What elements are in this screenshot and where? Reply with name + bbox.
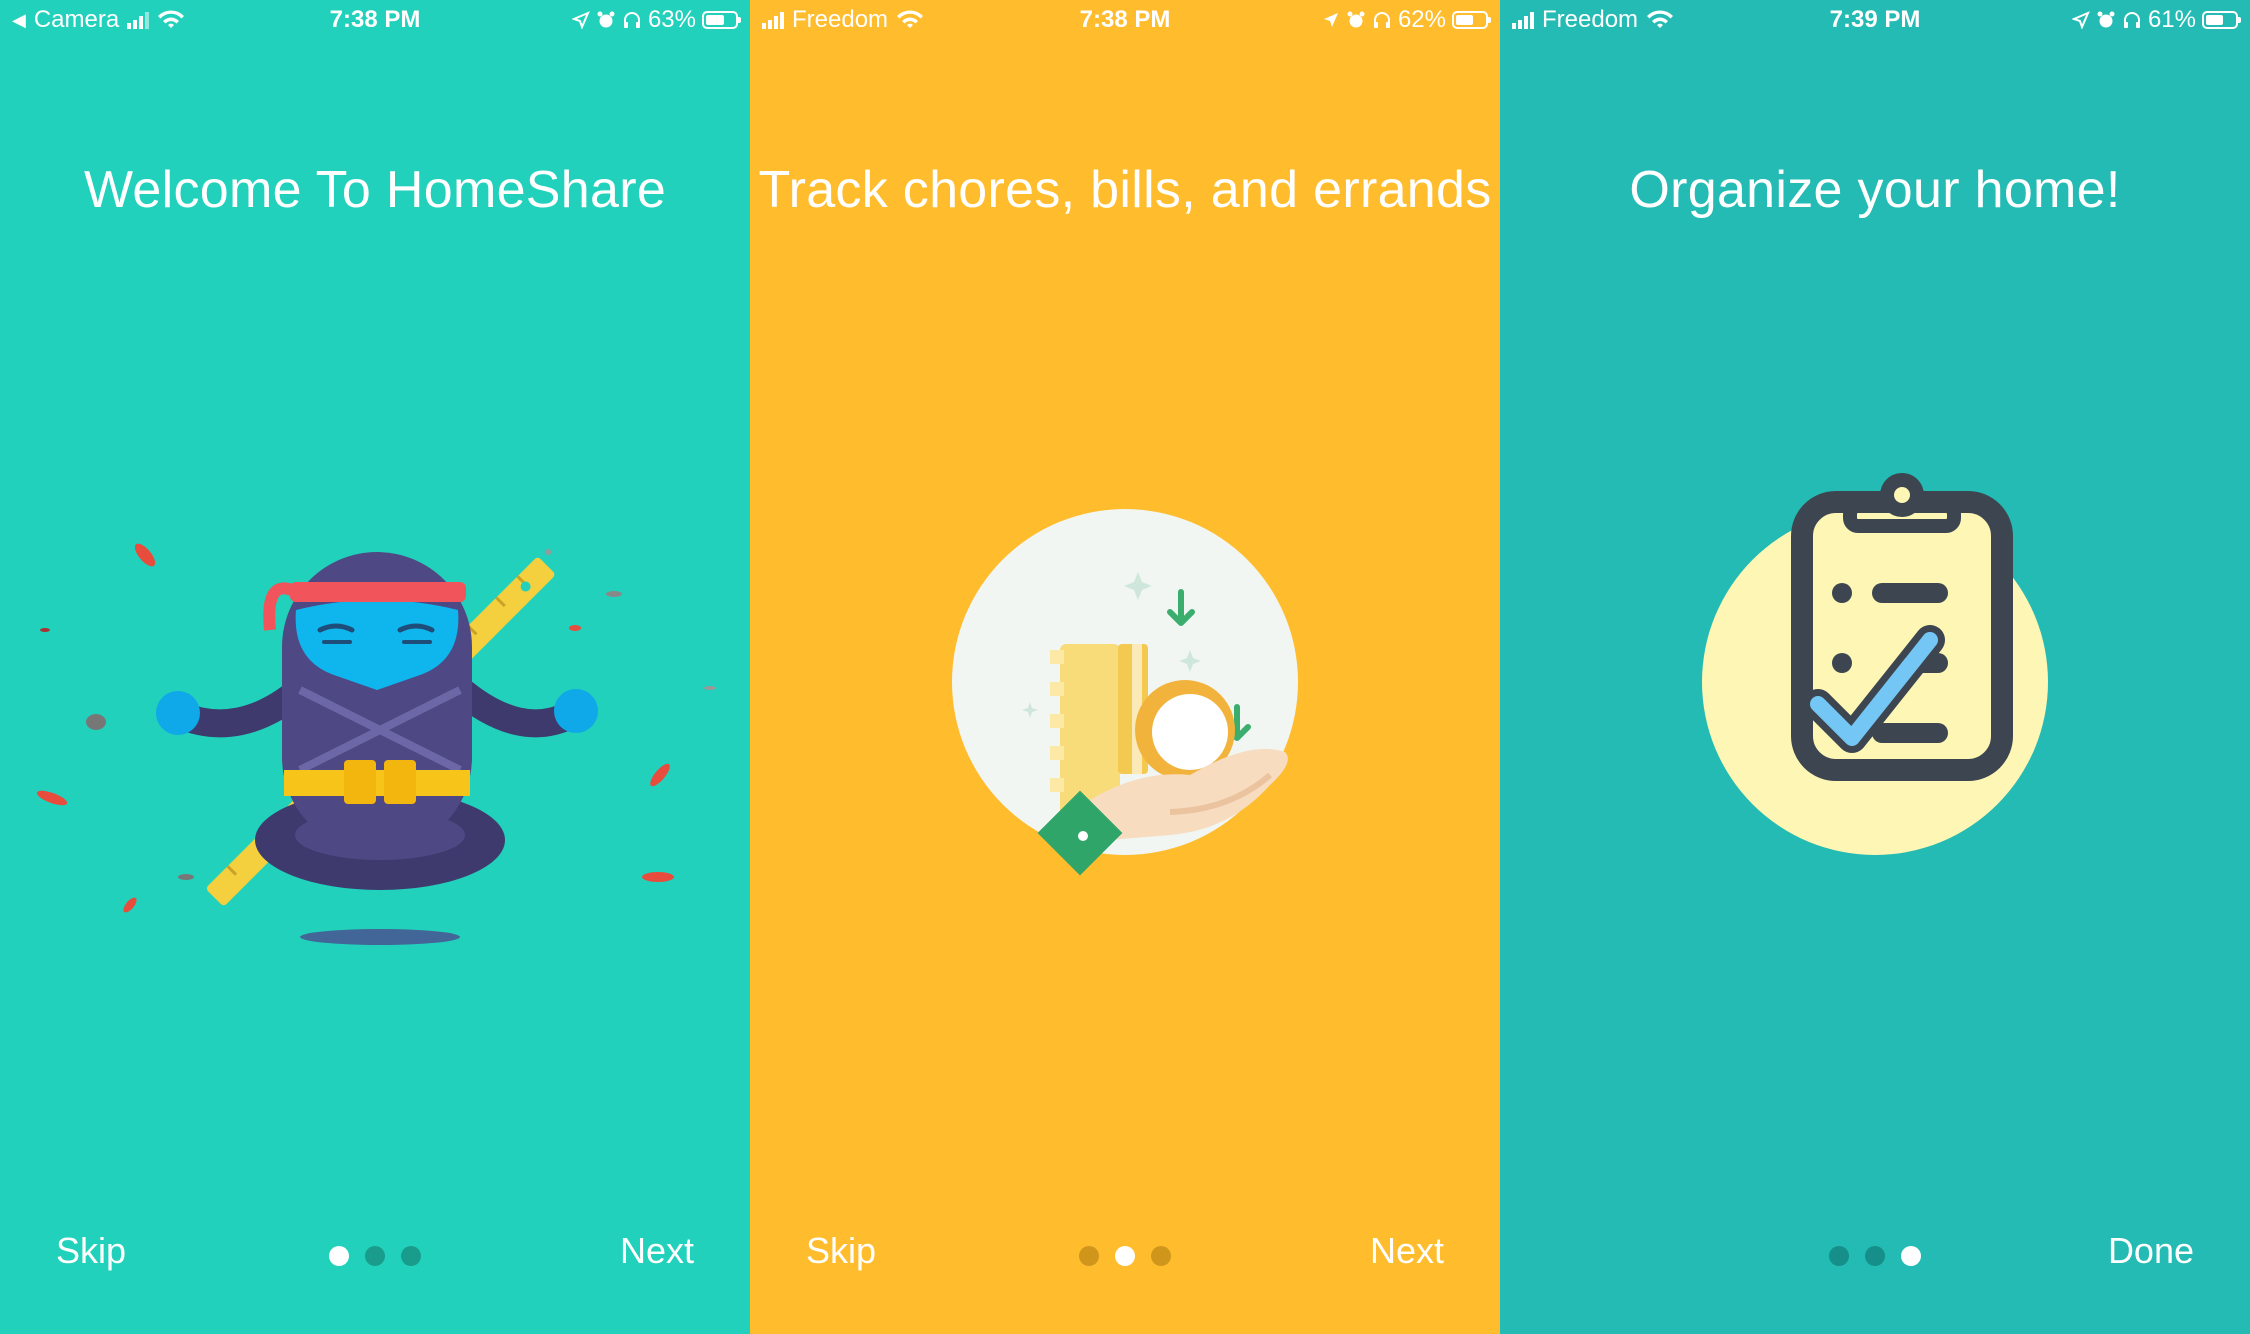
status-bar: Freedom 7:39 PM 61% [1500,0,2250,40]
page-title: Track chores, bills, and errands [758,161,1492,219]
location-arrow-icon [571,11,590,29]
alarm-icon [597,11,615,28]
next-button[interactable]: Next [1370,1230,1444,1272]
ninja-illustration [36,543,716,945]
headphones-icon [2123,12,2140,28]
status-bar: ◀ Camera 7:38 PM 63% [0,0,750,40]
onboarding-footer: Done [1500,1226,2250,1286]
onboarding-screen-organize: Freedom 7:39 PM 61% Organize your home! [1500,0,2250,1334]
illustration-ninja [0,440,750,1000]
status-bar: Freedom 7:38 PM 62% [750,0,1500,40]
page-dot-2[interactable] [1115,1246,1135,1266]
battery-percent: 61% [2147,6,2196,33]
page-dot-3[interactable] [1151,1246,1171,1266]
location-arrow-icon [1323,13,1338,27]
battery-icon [1452,11,1491,29]
battery-percent: 63% [647,6,696,33]
page-dot-1[interactable] [1829,1246,1849,1266]
coins-hand-illustration [952,509,1298,876]
done-button[interactable]: Done [2108,1230,2194,1272]
alarm-icon [2097,11,2115,28]
page-dot-3[interactable] [1901,1246,1921,1266]
page-dot-1[interactable] [329,1246,349,1266]
illustration-coins [750,440,1500,1000]
alarm-icon [1347,11,1365,28]
battery-percent: 62% [1397,6,1446,33]
page-title: Organize your home! [1629,161,2121,219]
page-dot-3[interactable] [401,1246,421,1266]
page-dot-1[interactable] [1079,1246,1099,1266]
onboarding-screen-welcome: ◀ Camera 7:38 PM 63% Welcome To HomeShar… [0,0,750,1334]
page-dot-2[interactable] [365,1246,385,1266]
onboarding-screen-track: Freedom 7:38 PM 62% Track chores, bills,… [750,0,1500,1334]
illustration-clipboard [1500,440,2250,1000]
next-button[interactable]: Next [620,1230,694,1272]
battery-icon [702,11,741,29]
battery-icon [2202,11,2241,29]
page-dot-2[interactable] [1865,1246,1885,1266]
headphones-icon [1373,12,1390,28]
onboarding-footer: Skip Next [750,1226,1500,1286]
onboarding-screens: ◀ Camera 7:38 PM 63% Welcome To HomeShar… [0,0,2250,1334]
page-title: Welcome To HomeShare [83,161,667,219]
clipboard-illustration [1702,473,2048,855]
location-arrow-icon [2071,11,2090,29]
headphones-icon [623,12,640,28]
onboarding-footer: Skip Next [0,1226,750,1286]
